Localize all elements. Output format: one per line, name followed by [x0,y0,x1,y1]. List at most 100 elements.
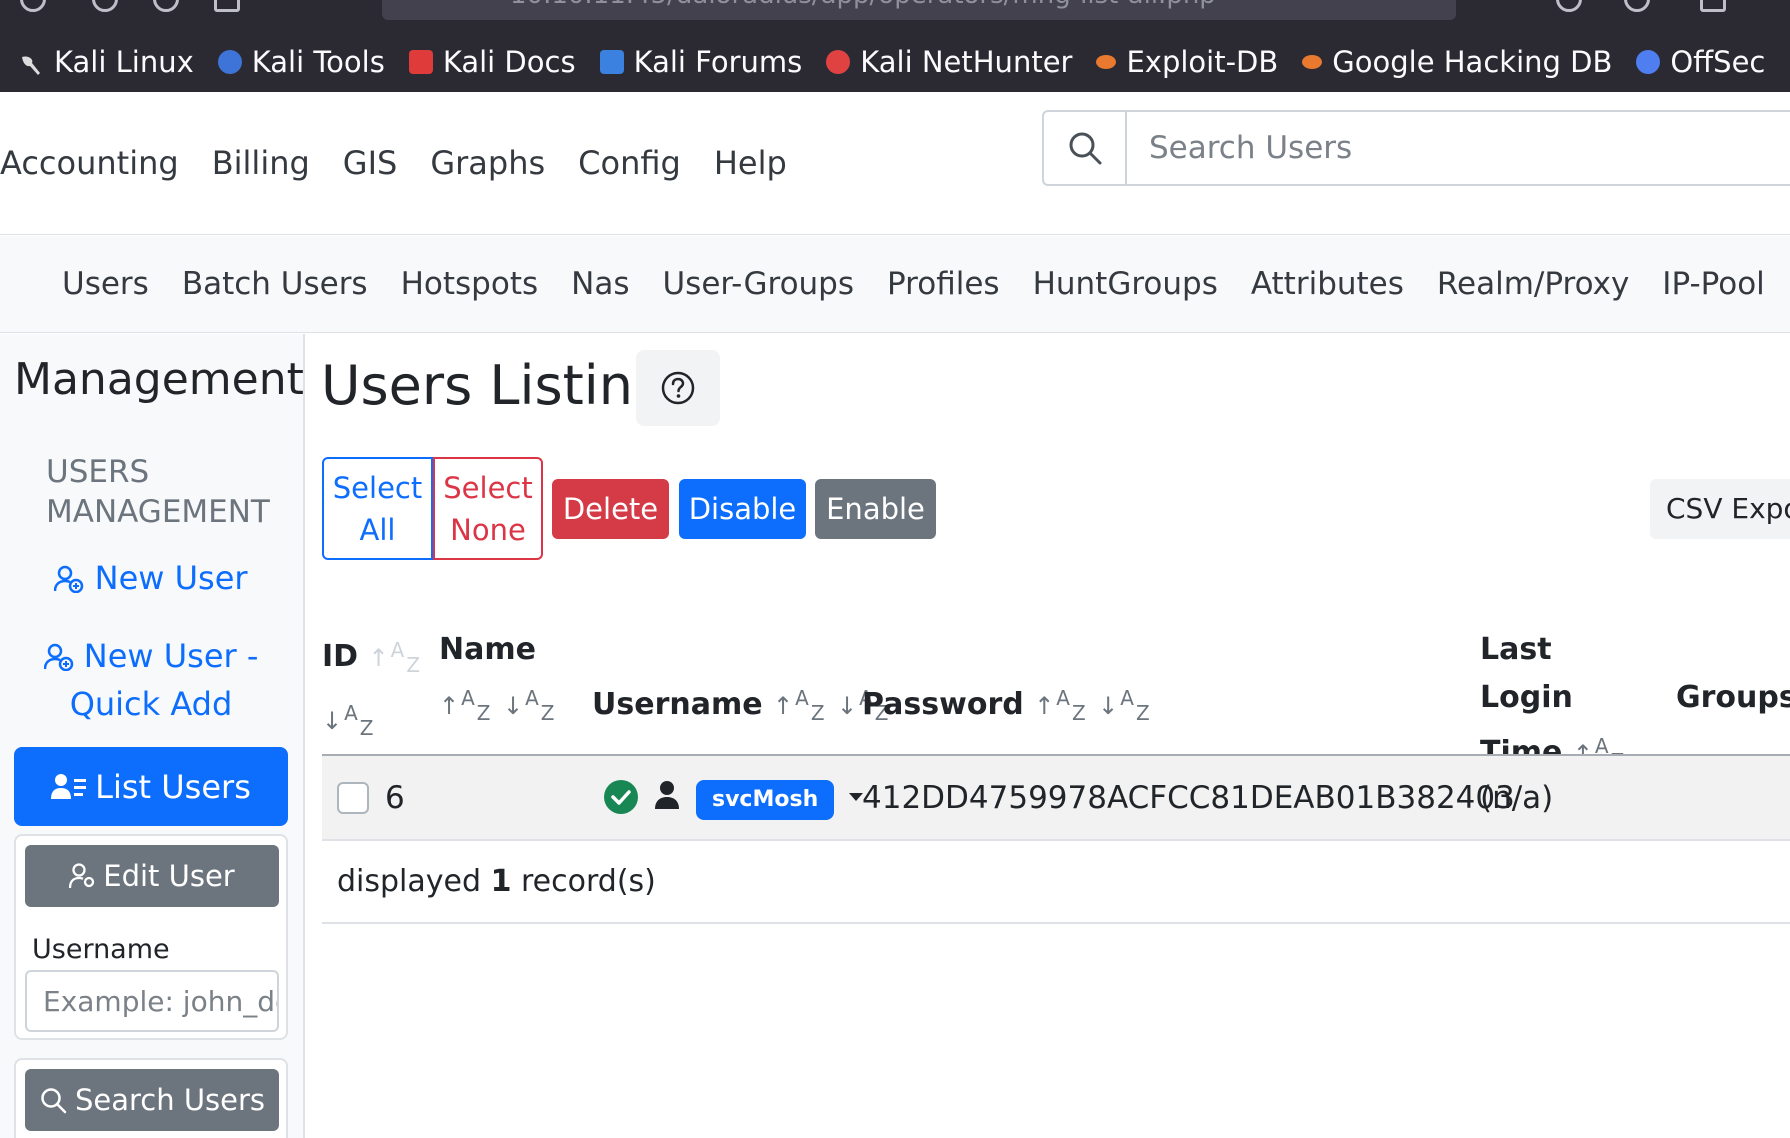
bookmark-ghdb[interactable]: Google Hacking DB [1302,45,1612,79]
new-user-quick-add-link[interactable]: New User - Quick Add [14,632,288,728]
column-header-name[interactable]: Name ↑AZ ↓AZ [439,626,556,737]
column-header-groups[interactable]: Groups [1676,674,1790,722]
menu-graphs[interactable]: Graphs [430,144,545,182]
records-summary: displayed 1 record(s) [337,864,656,899]
column-header-id[interactable]: ID ↑AZ ↓AZ [322,626,422,752]
menu-gis[interactable]: GIS [343,144,398,182]
subnav-batch-users[interactable]: Batch Users [182,266,368,302]
disable-button[interactable]: Disable [679,479,806,539]
sidebar: Management USERS MANAGEMENT New User New… [0,334,305,1138]
search-users-label: Search Users [74,1083,266,1117]
username-label: Username [32,934,170,965]
subnav-users[interactable]: Users [62,266,149,302]
chevron-down-icon[interactable] [849,793,863,801]
column-header-username[interactable]: Username ↑AZ ↓AZ [592,674,890,737]
column-header-label: Name [439,632,536,667]
url-text[interactable]: 10.10.11.45/daloradius/app/operators/mng… [510,0,1216,10]
menu-accounting[interactable]: Accounting [0,144,179,182]
column-header-label: Groups [1676,680,1790,715]
records-count: 1 [490,864,512,899]
bookmark-offsec[interactable]: OffSec [1636,45,1765,79]
sort-desc-icon[interactable]: ↓AZ [503,674,557,737]
kali-tools-icon [217,50,242,74]
question-circle-icon [661,371,695,405]
records-suffix: record(s) [521,864,656,899]
column-header-label: Password [862,687,1024,722]
check-circle-icon [604,780,638,814]
bookmark-exploit-db[interactable]: Exploit-DB [1096,45,1278,79]
back-icon[interactable] [20,0,46,12]
subnav-huntgroups[interactable]: HuntGroups [1033,266,1218,302]
bookmark-label: Kali Forums [633,45,803,79]
user-gear-icon [69,863,95,889]
kali-nethunter-icon [826,50,851,74]
select-none-button[interactable]: Select None [433,457,543,560]
sub-navbar: Users Batch Users Hotspots Nas User-Grou… [0,236,1790,333]
kali-forums-icon [599,50,624,74]
search-icon [41,1088,67,1114]
csv-export-button[interactable]: CSV Export [1650,479,1790,539]
search-users-input[interactable] [1127,110,1790,186]
new-user-label: New User [94,559,248,597]
subnav-user-groups[interactable]: User-Groups [662,266,854,302]
search-icon [1069,132,1101,165]
select-all-button[interactable]: Select All [322,457,433,560]
bookmark-kali-docs[interactable]: Kali Docs [408,45,576,79]
list-users-button[interactable]: List Users [14,747,288,826]
menu-help[interactable]: Help [714,144,787,182]
bookmark-kali-tools[interactable]: Kali Tools [217,45,385,79]
menu-billing[interactable]: Billing [212,144,310,182]
delete-button[interactable]: Delete [552,479,669,539]
column-header-password[interactable]: Password ↑AZ ↓AZ [862,674,1152,737]
extensions-icon[interactable] [1556,0,1582,12]
sort-asc-icon[interactable]: ↑AZ [439,674,493,737]
menu-icon[interactable] [1700,0,1726,12]
column-header-label: Last Login Time [1480,632,1573,770]
select-button-group: Select All Select None [322,457,543,560]
sort-asc-icon[interactable]: ↑AZ [369,626,423,689]
bookmark-kali-forums[interactable]: Kali Forums [599,45,803,79]
subnav-hotspots[interactable]: Hotspots [401,266,539,302]
subnav-attributes[interactable]: Attributes [1251,266,1404,302]
account-icon[interactable] [1624,0,1650,12]
edit-user-button[interactable]: Edit User [25,845,279,907]
bookmark-label: Google Hacking DB [1332,45,1613,79]
subnav-ip-pool[interactable]: IP-Pool [1662,266,1764,302]
page-title: Users Listing [321,354,668,417]
bookmark-kali-nethunter[interactable]: Kali NetHunter [826,45,1072,79]
row-checkbox[interactable] [337,782,369,814]
subnav-nas[interactable]: Nas [571,266,629,302]
sort-asc-icon[interactable]: ↑AZ [773,674,827,737]
username-input[interactable] [25,970,279,1032]
help-button[interactable] [636,350,720,426]
url-bar[interactable]: 10.10.11.45/daloradius/app/operators/mng… [382,0,1456,20]
bookmark-label: OffSec [1670,45,1766,79]
edit-user-card: Edit User Username [14,834,288,1040]
records-prefix: displayed [337,864,482,899]
search-users-card: Search Users [14,1058,288,1138]
new-user-link[interactable]: New User [14,554,288,602]
search-button[interactable] [1042,110,1127,186]
cell-last-login: (n/a) [1480,780,1554,816]
enable-button[interactable]: Enable [815,479,936,539]
sort-desc-icon[interactable]: ↓AZ [1098,674,1152,737]
bookmark-label: Kali Docs [442,45,576,79]
search-users-button[interactable]: Search Users [25,1069,279,1131]
bookmark-kali-linux[interactable]: Kali Linux [20,45,194,79]
username-badge[interactable]: svcMosh [696,780,835,820]
subnav-profiles[interactable]: Profiles [887,266,1000,302]
sort-asc-icon[interactable]: ↑AZ [1034,674,1088,737]
forward-icon[interactable] [92,0,118,12]
sort-desc-icon[interactable]: ↓AZ [322,689,376,752]
subnav-realm-proxy[interactable]: Realm/Proxy [1437,266,1629,302]
bookmarks-bar: Kali Linux Kali Tools Kali Docs Kali For… [0,38,1789,86]
home-icon[interactable] [214,0,240,12]
reload-icon[interactable] [153,0,179,12]
exploit-db-icon [1096,55,1117,69]
kali-docs-icon [408,50,433,74]
bookmark-label: Kali Tools [251,45,385,79]
ghdb-icon [1302,55,1323,69]
bookmark-label: Exploit-DB [1126,45,1279,79]
user-list-icon [51,773,87,799]
menu-config[interactable]: Config [578,144,681,182]
